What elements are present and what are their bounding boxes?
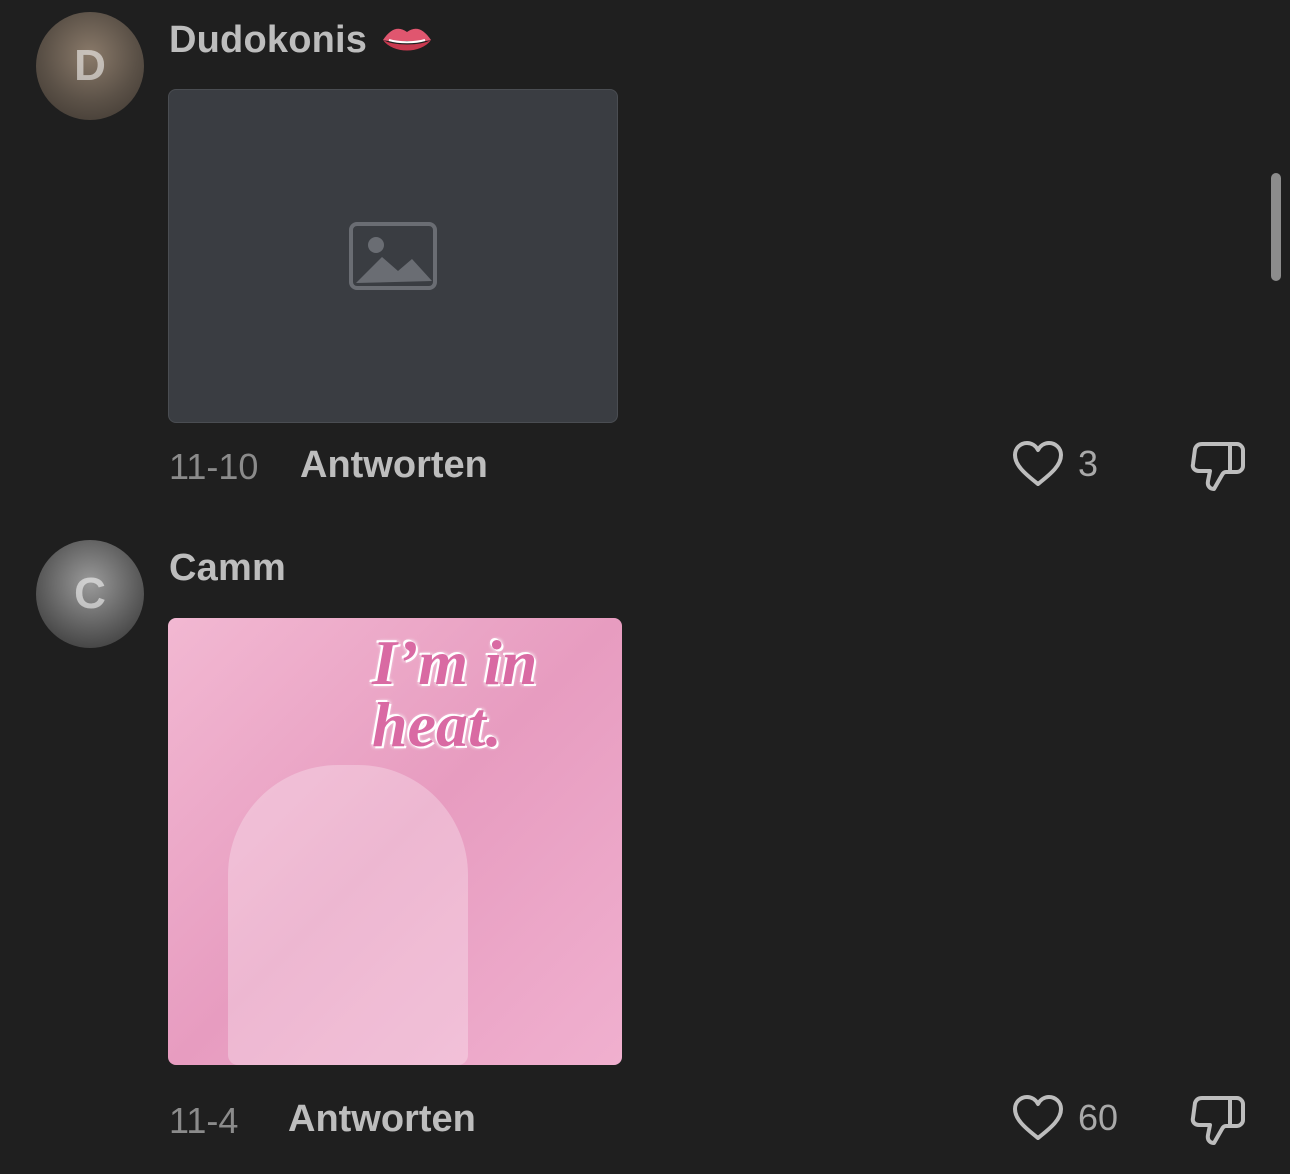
like-button[interactable]: 3 (1012, 440, 1098, 488)
comment-header: Camm (169, 544, 286, 592)
image-icon (349, 222, 437, 290)
like-count: 60 (1078, 1097, 1119, 1138)
reply-button[interactable]: Antworten (288, 1098, 476, 1141)
avatar[interactable]: C (36, 540, 144, 648)
comment-actions: 11-10 Antworten 3 (0, 436, 1290, 496)
timestamp: 11-4 (169, 1100, 239, 1141)
comment-image-placeholder[interactable] (168, 89, 618, 423)
comment-header: Dudokonis (169, 16, 433, 64)
timestamp: 11-10 (169, 446, 259, 487)
username[interactable]: Dudokonis (169, 19, 367, 62)
thumb-down-icon (1190, 442, 1245, 491)
meme-caption: I’m in heat. (372, 627, 538, 760)
dislike-button[interactable] (1190, 438, 1246, 495)
comment-actions: 11-4 Antworten 60 (0, 1090, 1290, 1150)
scrollbar-thumb[interactable] (1271, 173, 1281, 281)
avatar[interactable]: D (36, 12, 144, 120)
lips-icon (383, 28, 432, 51)
avatar-initial: C (74, 569, 106, 618)
dislike-button[interactable] (1190, 1092, 1246, 1149)
heart-icon (1013, 441, 1063, 486)
username[interactable]: Camm (169, 547, 286, 590)
figure-silhouette (228, 765, 468, 1065)
avatar-initial: D (74, 41, 106, 90)
thumb-down-icon (1190, 1096, 1245, 1145)
comment-meme-placeholder[interactable]: I’m in heat. (168, 618, 622, 1065)
heart-icon (1013, 1095, 1063, 1140)
like-button[interactable]: 60 (1012, 1094, 1118, 1142)
reply-button[interactable]: Antworten (300, 444, 488, 487)
like-count: 3 (1078, 443, 1099, 484)
